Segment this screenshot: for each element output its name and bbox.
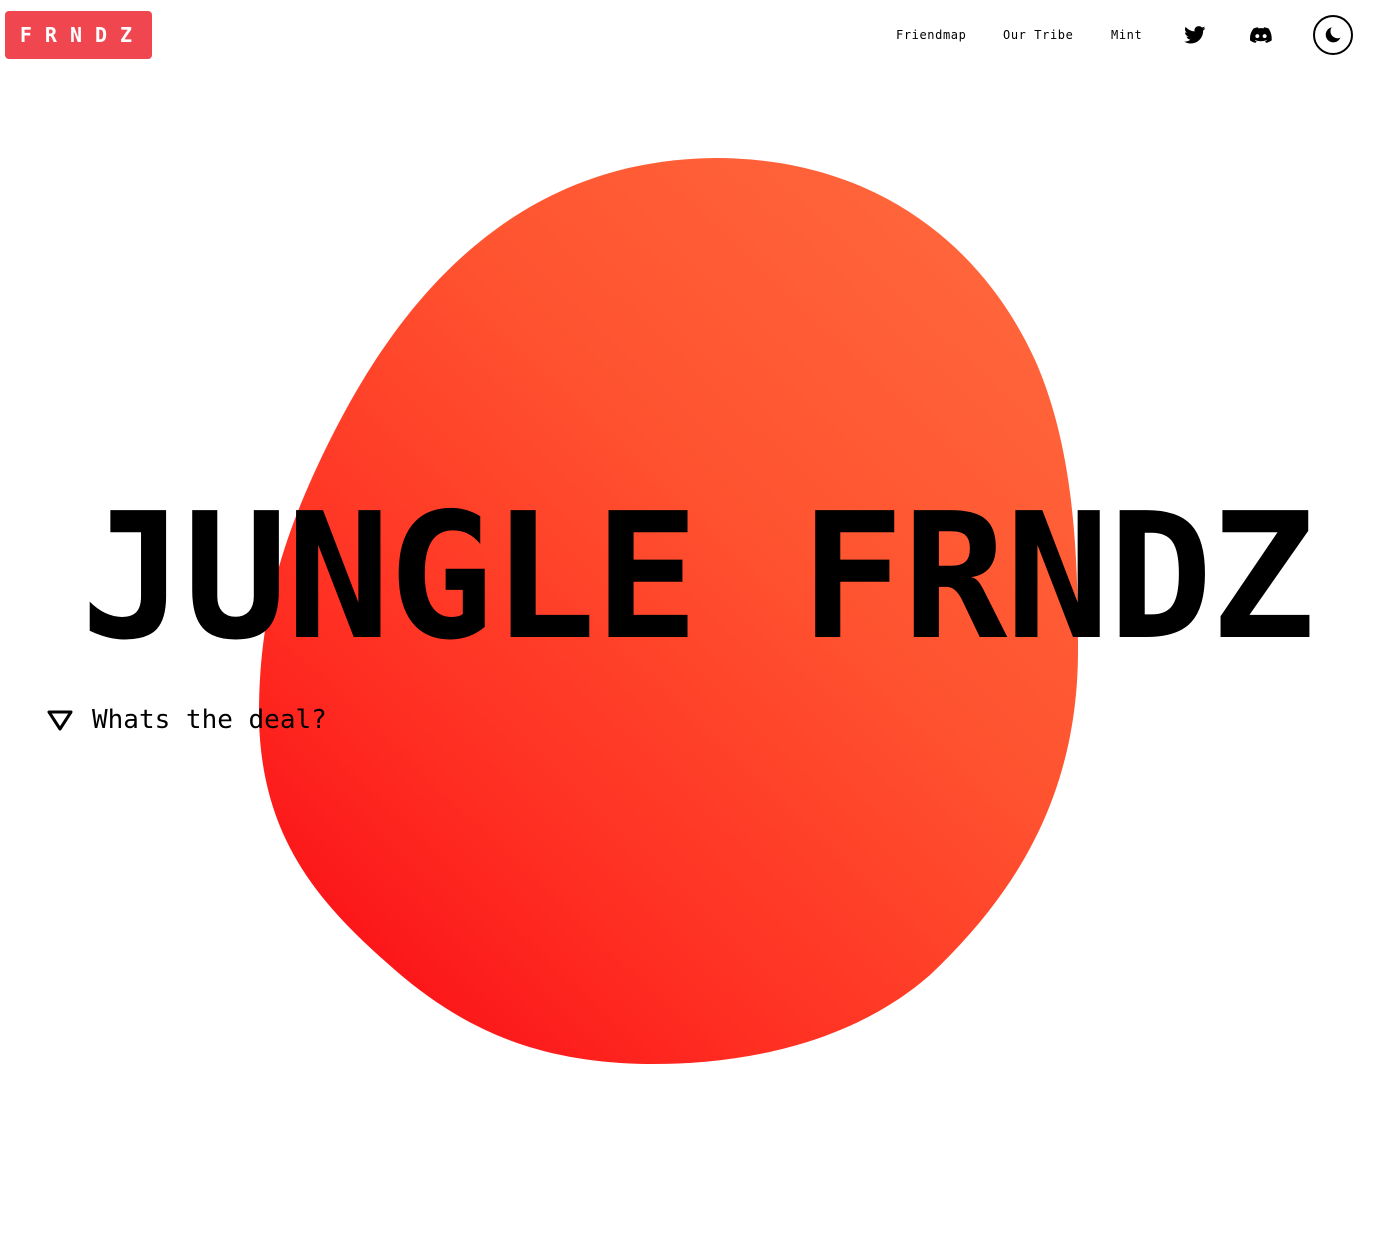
twitter-icon-glyph xyxy=(1184,26,1206,44)
whats-the-deal-label: Whats the deal? xyxy=(92,705,327,735)
page: FRNDZ Friendmap Our Tribe Mint JUNGLE FR… xyxy=(0,0,1394,1259)
moon-icon xyxy=(1325,27,1341,43)
nav-mint[interactable]: Mint xyxy=(1111,28,1142,42)
whats-the-deal-button[interactable]: Whats the deal? xyxy=(46,705,327,735)
discord-icon-glyph xyxy=(1250,26,1272,43)
logo[interactable]: FRNDZ xyxy=(5,11,152,59)
triangle-down-icon xyxy=(47,710,73,731)
hero-title: JUNGLE FRNDZ xyxy=(80,476,1315,679)
theme-toggle-button[interactable] xyxy=(1313,15,1353,55)
nav-our-tribe[interactable]: Our Tribe xyxy=(1003,28,1073,42)
twitter-icon[interactable] xyxy=(1183,24,1207,46)
discord-icon[interactable] xyxy=(1249,24,1273,46)
nav-friendmap[interactable]: Friendmap xyxy=(896,28,966,42)
